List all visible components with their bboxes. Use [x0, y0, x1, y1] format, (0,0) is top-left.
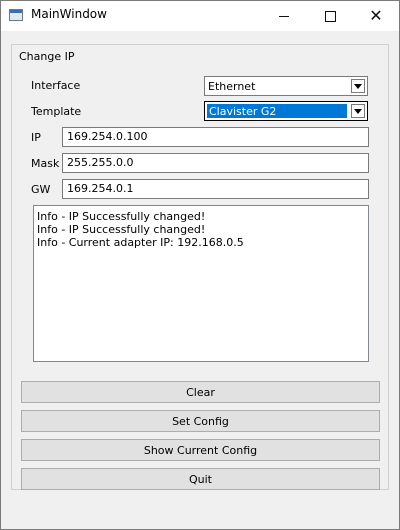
minimize-button[interactable] — [261, 1, 307, 31]
maximize-icon — [324, 10, 336, 22]
show-current-config-button[interactable]: Show Current Config — [21, 439, 380, 461]
change-ip-group-title: Change IP — [18, 50, 76, 63]
interface-label: Interface — [31, 79, 81, 92]
close-icon: ✕ — [369, 6, 383, 25]
clear-button[interactable]: Clear — [21, 381, 380, 403]
mask-input[interactable]: 255.255.0.0 — [62, 153, 369, 173]
window-title: MainWindow — [31, 7, 107, 21]
mask-label: Mask — [31, 157, 60, 170]
close-button[interactable]: ✕ — [353, 1, 399, 31]
log-line: Info - IP Successfully changed! — [37, 223, 206, 236]
chevron-down-icon — [354, 83, 362, 89]
template-combobox[interactable]: Clavister G2 — [204, 101, 368, 121]
set-config-button[interactable]: Set Config — [21, 410, 380, 432]
minimize-icon — [279, 15, 289, 17]
log-line: Info - IP Successfully changed! — [37, 210, 206, 223]
ip-input[interactable]: 169.254.0.100 — [62, 127, 369, 147]
interface-selected-value: Ethernet — [208, 80, 256, 93]
ip-label: IP — [31, 131, 41, 144]
template-dropdown-arrow[interactable] — [351, 104, 365, 118]
interface-dropdown-arrow[interactable] — [351, 79, 365, 93]
app-window-icon — [9, 9, 23, 21]
template-label: Template — [31, 105, 82, 118]
quit-button[interactable]: Quit — [21, 468, 380, 490]
title-bar[interactable]: MainWindow ✕ — [1, 1, 399, 31]
chevron-down-icon — [354, 108, 362, 114]
interface-combobox[interactable]: Ethernet — [204, 76, 368, 96]
log-textarea[interactable]: Info - IP Successfully changed! Info - I… — [33, 205, 369, 362]
maximize-button[interactable] — [307, 1, 353, 31]
template-selected-value: Clavister G2 — [207, 104, 347, 118]
main-window: MainWindow ✕ Change IP Interface Etherne… — [0, 0, 400, 530]
gw-input[interactable]: 169.254.0.1 — [62, 179, 369, 199]
log-line: Info - Current adapter IP: 192.168.0.5 — [37, 236, 244, 249]
gw-label: GW — [31, 183, 51, 196]
